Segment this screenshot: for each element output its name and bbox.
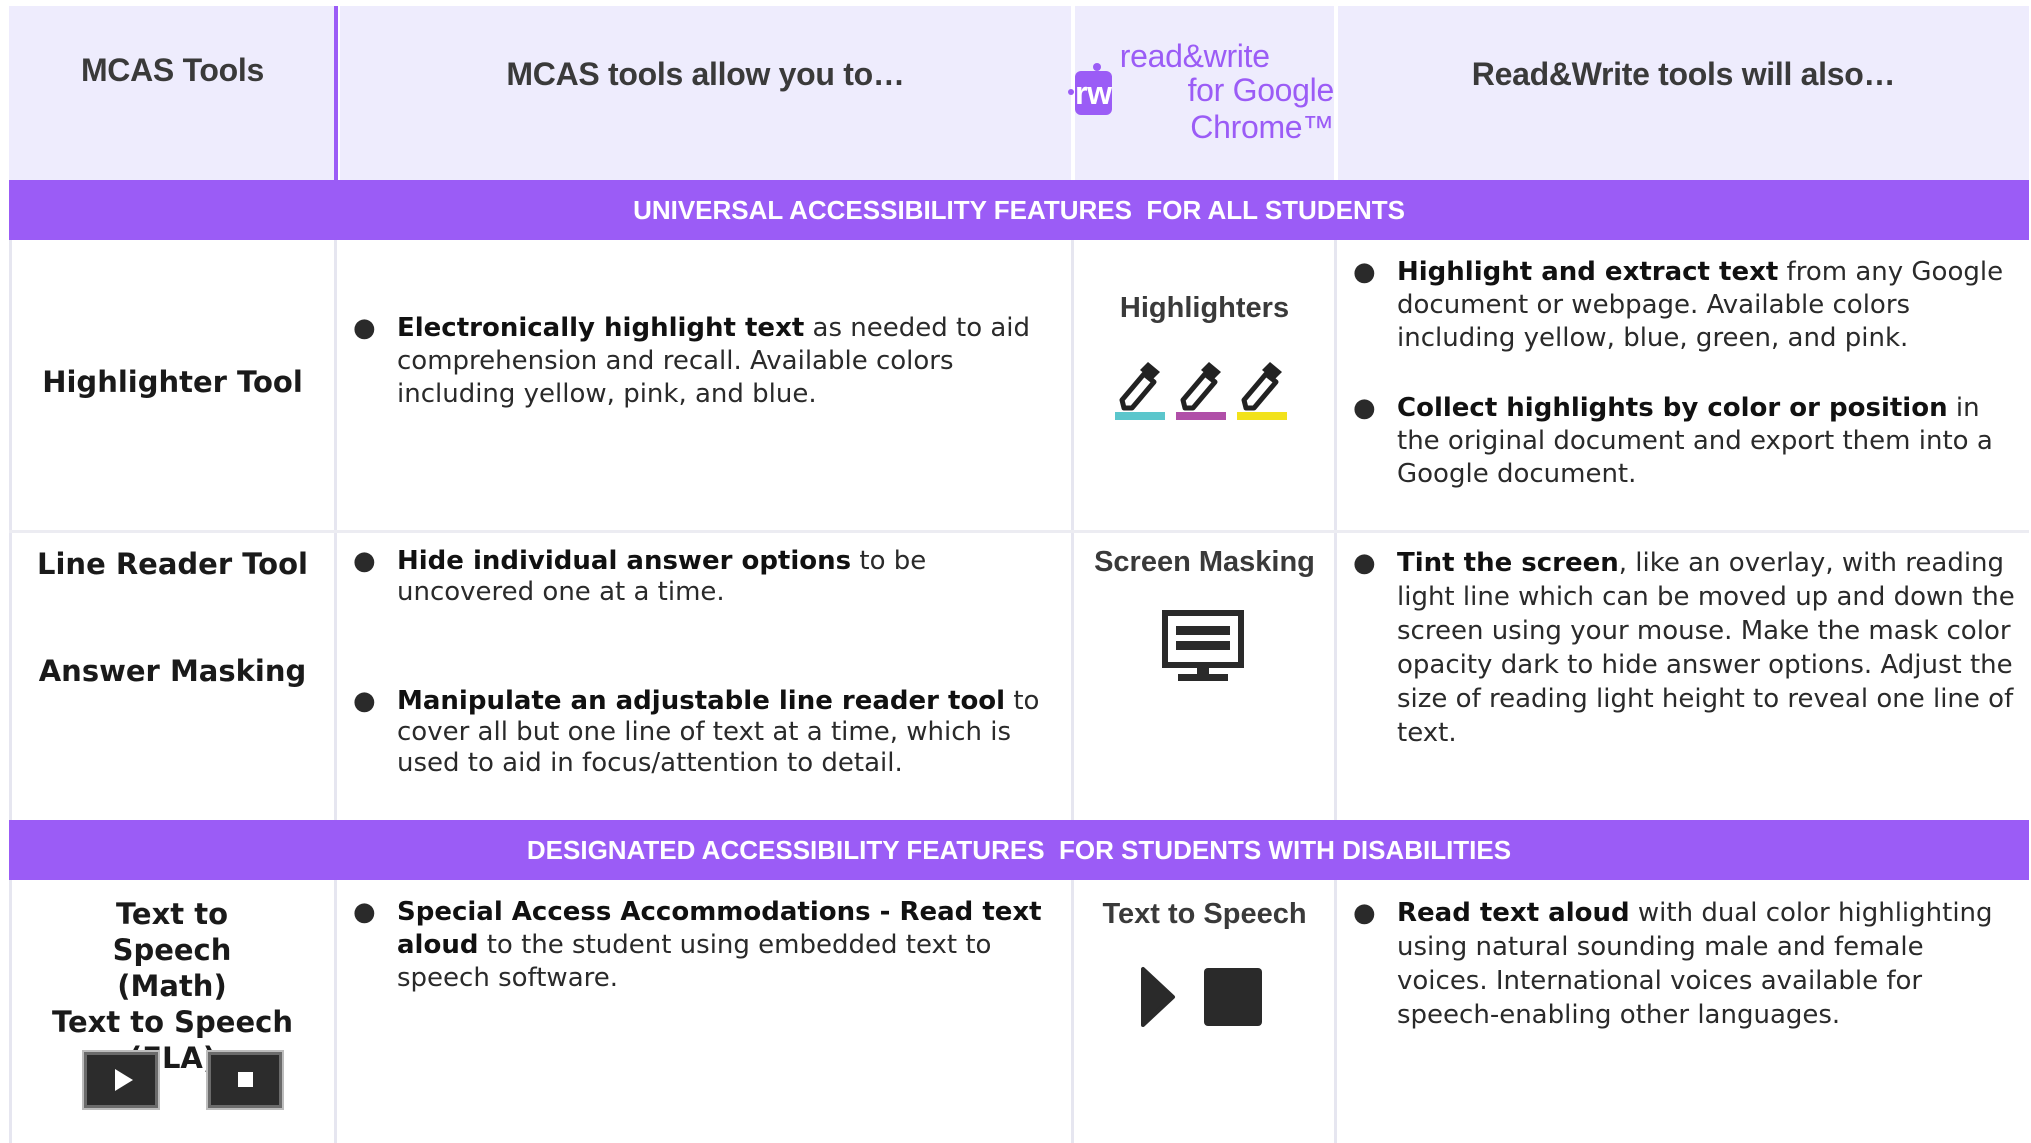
column-divider <box>1071 880 1074 1143</box>
screen-masking-rw-bullet: ● Tint the screen, like an overlay, with… <box>1353 548 2015 748</box>
monitor-icon <box>1162 610 1244 681</box>
header-mcas-allow: MCAS tools allow you to… <box>340 6 1071 180</box>
highlighters-title: Highlighters <box>1119 292 1290 324</box>
answer-masking-label: Answer Masking <box>38 654 307 688</box>
highlight-rw-bullet-1: ● Highlight and extract text from any Go… <box>1353 257 2004 353</box>
highlight-rw-bullet-2: ● Collect highlights by color or positio… <box>1353 393 1993 489</box>
tts-mcas-bullet: ● Special Access Accommodations - Read t… <box>353 897 1042 993</box>
header-divider <box>334 6 338 180</box>
line-reader-tool-label: Line Reader Tool <box>37 547 308 581</box>
accessibility-comparison-table: MCAS Tools MCAS tools allow you to… rw r… <box>0 0 2031 1143</box>
play-icon <box>115 1069 133 1091</box>
logo-subtitle: for Google Chrome™ <box>1187 72 1335 145</box>
play-triangle-icon <box>1141 967 1175 1027</box>
header-rw-also: Read&Write tools will also… <box>1338 6 2029 180</box>
header-logo-cell: rw read&write for Google Chrome™ <box>1068 6 1335 180</box>
stop-square-icon <box>1204 968 1262 1026</box>
highlight-mcas-bullet: ● Electronically highlight text as neede… <box>353 313 1031 409</box>
stop-button[interactable] <box>208 1052 282 1108</box>
text-to-speech-title: Text to Speech <box>1102 898 1307 930</box>
highlighter-pen-magenta-icon <box>1176 362 1226 420</box>
highlighter-pen-yellow-icon <box>1237 362 1287 420</box>
screen-masking-title: Screen Masking <box>1094 546 1315 578</box>
designated-features-band: DESIGNATED ACCESSIBILITY FEATURES FOR ST… <box>9 820 2029 880</box>
logo-name: read&write <box>1119 38 1270 74</box>
highlighter-pens-icon <box>1115 362 1287 420</box>
rw-logo-mark: rw <box>1068 63 1112 115</box>
line-reader-mcas-bullet-2: ● Manipulate an adjustable line reader t… <box>353 686 1040 778</box>
tts-ela-label: Text to Speech (ELA) <box>52 1005 293 1075</box>
row-divider <box>9 530 2029 533</box>
line-reader-mcas-bullet-1: ● Hide individual answer options to be u… <box>353 546 927 607</box>
column-divider <box>1334 880 1337 1143</box>
highlighter-tool-label: Highlighter Tool <box>42 365 303 399</box>
header-mcas-tools: MCAS Tools <box>9 6 336 180</box>
tts-rw-bullet: ● Read text aloud with dual color highli… <box>1353 898 1993 1030</box>
tts-math-label: Text to Speech (Math) <box>112 897 232 1003</box>
stop-icon <box>238 1072 253 1087</box>
play-button[interactable] <box>84 1052 158 1108</box>
universal-features-band: UNIVERSAL ACCESSIBILITY FEATURES FOR ALL… <box>9 180 2029 240</box>
highlighter-pen-teal-icon <box>1115 362 1165 420</box>
read-and-write-logo: rw read&write for Google Chrome™ <box>1068 38 1335 146</box>
